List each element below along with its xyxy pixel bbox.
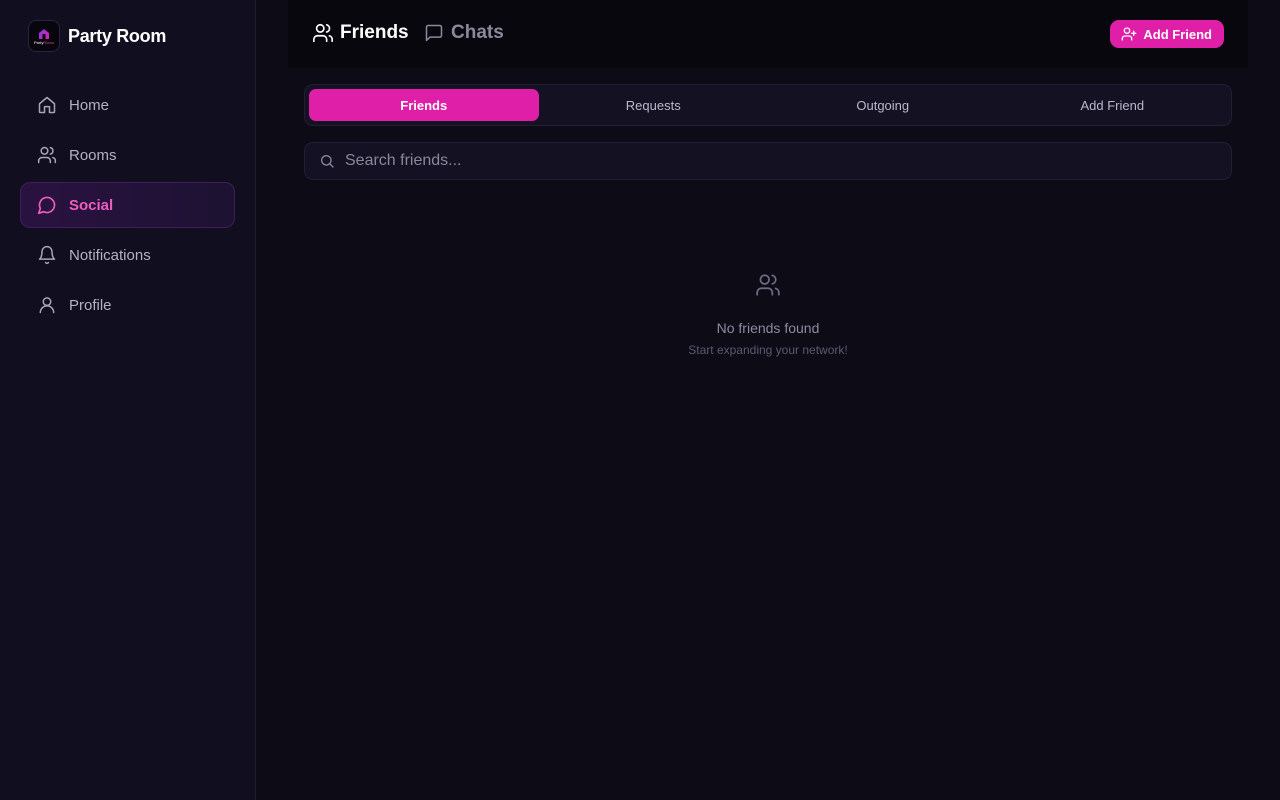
sidebar-nav: Home Rooms Social Notifications Profile xyxy=(20,82,235,332)
segment-add-friend[interactable]: Add Friend xyxy=(998,89,1228,121)
empty-state: No friends found Start expanding your ne… xyxy=(568,272,968,357)
sidebar-item-label: Rooms xyxy=(69,146,117,164)
top-bar: Friends Chats Add Friend xyxy=(288,0,1248,68)
sidebar-item-label: Social xyxy=(69,196,114,214)
friends-segmented-control: Friends Requests Outgoing Add Friend xyxy=(304,84,1232,126)
segment-friends[interactable]: Friends xyxy=(309,89,539,121)
empty-state-subtitle: Start expanding your network! xyxy=(688,343,848,357)
users-icon xyxy=(37,145,57,165)
sidebar-item-social[interactable]: Social xyxy=(20,182,235,228)
user-icon xyxy=(37,295,57,315)
tab-friends[interactable]: Friends xyxy=(312,22,409,44)
brand[interactable]: PartyRoom Party Room xyxy=(28,20,166,52)
segment-requests[interactable]: Requests xyxy=(539,89,769,121)
sidebar-item-profile[interactable]: Profile xyxy=(20,282,235,328)
search-input[interactable] xyxy=(345,152,1231,170)
search-icon xyxy=(319,153,335,169)
sidebar-item-rooms[interactable]: Rooms xyxy=(20,132,235,178)
sidebar-item-label: Home xyxy=(69,96,110,114)
sidebar-item-notifications[interactable]: Notifications xyxy=(20,232,235,278)
home-icon xyxy=(37,95,57,115)
users-icon xyxy=(568,272,968,298)
search-bar xyxy=(304,142,1232,180)
message-circle-icon xyxy=(37,195,57,215)
sidebar: PartyRoom Party Room Home Rooms Social N… xyxy=(0,0,256,800)
segment-outgoing[interactable]: Outgoing xyxy=(768,89,998,121)
sidebar-item-label: Notifications xyxy=(69,246,151,264)
brand-logo: PartyRoom xyxy=(28,20,60,52)
sidebar-item-home[interactable]: Home xyxy=(20,82,235,128)
empty-state-title: No friends found xyxy=(716,320,820,336)
house-logo-icon xyxy=(39,28,49,39)
users-icon xyxy=(312,22,334,44)
tab-label: Chats xyxy=(451,22,504,43)
sidebar-item-label: Profile xyxy=(69,296,112,314)
tab-chats[interactable]: Chats xyxy=(423,22,504,44)
bell-icon xyxy=(37,245,57,265)
add-friend-button[interactable]: Add Friend xyxy=(1110,20,1224,48)
user-plus-icon xyxy=(1121,26,1137,42)
app-root: PartyRoom Party Room Home Rooms Social N… xyxy=(0,0,1280,800)
message-square-icon xyxy=(423,22,445,44)
add-friend-button-label: Add Friend xyxy=(1143,26,1212,42)
brand-logo-text: PartyRoom xyxy=(33,39,54,45)
tab-label: Friends xyxy=(340,22,409,43)
brand-name: Party Room xyxy=(68,25,167,46)
